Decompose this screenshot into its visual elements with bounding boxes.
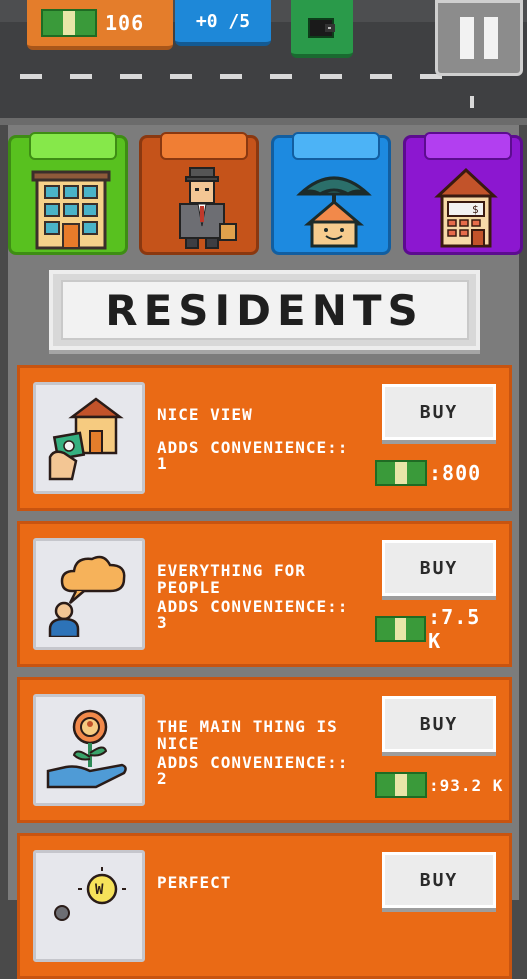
resident-card: EVERYTHING FOR PEOPLE ADDS CONVENIENCE::… — [17, 521, 512, 667]
item-name: EVERYTHING FOR PEOPLE — [157, 561, 306, 597]
road-lane-marking — [20, 74, 42, 79]
price-value: :7.5 K — [428, 605, 481, 653]
road-lane-marking — [270, 74, 292, 79]
person-cloud-icon — [48, 555, 126, 637]
wallet-button[interactable] — [291, 0, 353, 58]
tab-handle — [160, 132, 248, 160]
tab-handle — [424, 132, 512, 160]
cash-icon — [375, 616, 427, 642]
tab-leisure[interactable] — [271, 132, 391, 255]
road-lane-marking — [70, 74, 92, 79]
lightbulb-coin-icon: W — [54, 867, 126, 921]
resident-card: NICE VIEW ADDS CONVENIENCE:: 1 BUY :800 — [17, 365, 512, 511]
income-rate: +0 /5 — [175, 0, 271, 46]
svg-text:W: W — [95, 882, 104, 898]
road-lane-marking — [370, 74, 392, 79]
item-description: ADDS CONVENIENCE:: 3 — [157, 597, 349, 632]
buy-button[interactable]: BUY — [382, 696, 496, 752]
money-house-hand-icon — [48, 397, 124, 481]
item-price: :93.2 K — [375, 770, 505, 800]
card-picture — [33, 694, 145, 806]
price-value: :93.2 K — [429, 775, 504, 795]
money-counter: 106 — [27, 0, 173, 50]
road-lane-marking — [470, 96, 474, 108]
item-description: ADDS CONVENIENCE:: 2 — [157, 753, 349, 788]
cash-icon — [375, 772, 427, 798]
road-lane-marking — [170, 74, 192, 79]
pause-icon — [460, 17, 474, 59]
buy-button[interactable]: BUY — [382, 540, 496, 596]
pause-button[interactable] — [435, 0, 523, 76]
price-value: :800 — [429, 461, 482, 485]
item-description: ADDS CONVENIENCE:: 1 — [157, 438, 349, 473]
hand-flower-person-icon — [46, 709, 127, 789]
road-lane-marking — [120, 74, 142, 79]
tab-handle — [292, 132, 380, 160]
item-name: THE MAIN THING IS NICE — [157, 717, 338, 753]
road-shoulder — [0, 118, 527, 125]
resident-card: THE MAIN THING IS NICE ADDS CONVENIENCE:… — [17, 677, 512, 823]
wallet-icon — [308, 18, 335, 38]
card-picture — [33, 382, 145, 494]
cash-icon — [375, 460, 427, 486]
road-lane-marking — [220, 74, 242, 79]
tab-shop[interactable]: $ — [403, 132, 523, 255]
section-title-inner: RESIDENTS — [60, 280, 469, 340]
card-picture: W — [33, 850, 145, 962]
tab-residents[interactable] — [139, 132, 259, 255]
cash-icon — [41, 9, 97, 37]
apartment-building-icon — [31, 170, 111, 250]
buy-button[interactable]: BUY — [382, 384, 496, 440]
road-lane-marking — [320, 74, 342, 79]
tab-buildings[interactable] — [8, 132, 128, 255]
item-name: PERFECT — [157, 873, 232, 892]
item-price: :7.5 K — [375, 605, 505, 653]
price-tag-house-icon: $ — [434, 167, 498, 248]
item-name: NICE VIEW — [157, 405, 253, 424]
card-picture — [33, 538, 145, 650]
section-title-plate: RESIDENTS — [49, 270, 480, 350]
money-value: 106 — [105, 11, 145, 35]
resident-card: W PERFECT BUY — [17, 833, 512, 979]
tab-handle — [29, 132, 117, 160]
pause-icon — [484, 17, 498, 59]
svg-text:$: $ — [472, 203, 479, 216]
section-title: RESIDENTS — [105, 285, 424, 335]
businessman-icon — [179, 167, 237, 249]
house-umbrella-icon — [296, 176, 372, 248]
item-price: :800 — [375, 458, 505, 488]
